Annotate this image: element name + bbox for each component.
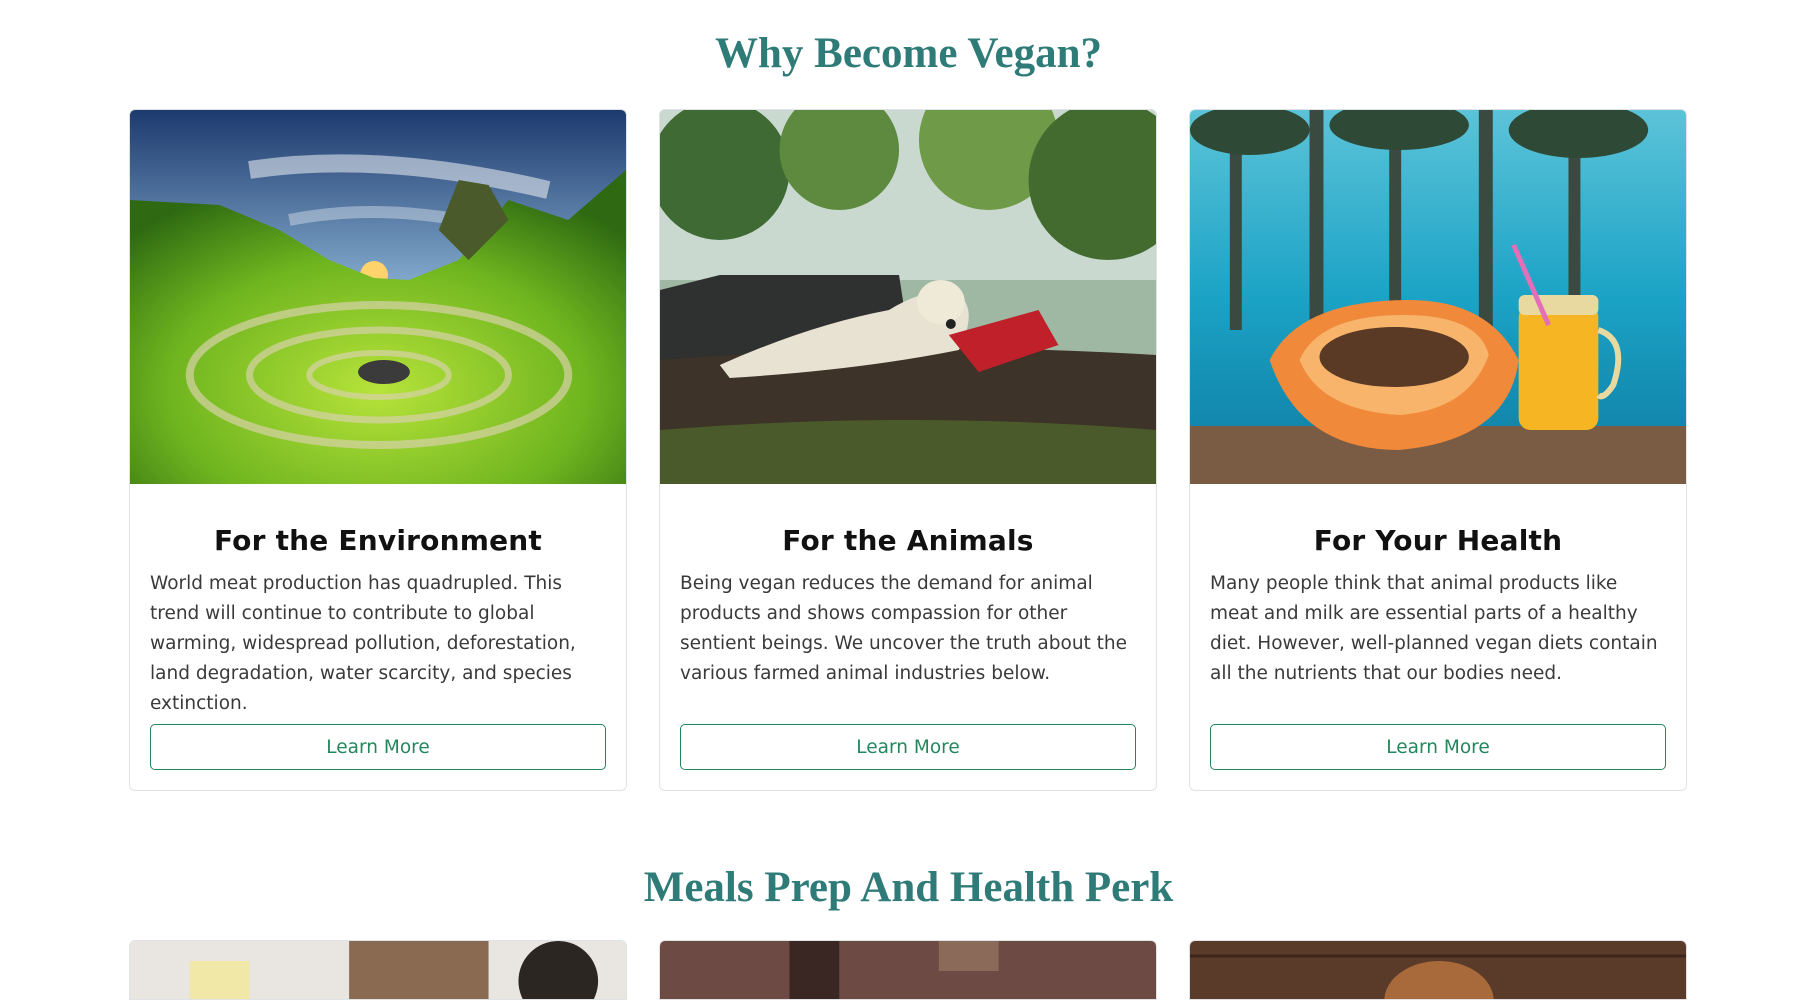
card-title: For the Animals [782, 524, 1034, 557]
card-health: For Your Health Many people think that a… [1189, 109, 1687, 791]
card-description: World meat production has quadrupled. Th… [150, 573, 576, 714]
meal-card-bread-image [1189, 940, 1687, 1000]
card-title: For the Environment [213, 524, 542, 557]
card-title: For Your Health [1313, 524, 1563, 557]
environment-landscape-image [130, 110, 626, 484]
card-environment: For the Environment World meat productio… [129, 109, 627, 791]
papaya-juice-image [1190, 110, 1686, 484]
meal-card-kitchen-image [129, 940, 627, 1000]
card-description: Many people think that animal products l… [1210, 573, 1658, 684]
learn-more-button[interactable]: Learn More [1210, 724, 1666, 770]
card-description: Being vegan reduces the demand for anima… [680, 573, 1128, 684]
learn-more-button[interactable]: Learn More [150, 724, 606, 770]
why-vegan-heading: Why Become Vegan? [715, 30, 1102, 77]
polar-bear-image [660, 110, 1156, 484]
learn-more-button[interactable]: Learn More [680, 724, 1136, 770]
meal-card-interior-image [659, 940, 1157, 1000]
why-vegan-cards: For the Environment World meat productio… [0, 80, 1817, 791]
meals-heading: Meals Prep And Health Perk [643, 864, 1174, 911]
card-animals: For the Animals Being vegan reduces the … [659, 109, 1157, 791]
